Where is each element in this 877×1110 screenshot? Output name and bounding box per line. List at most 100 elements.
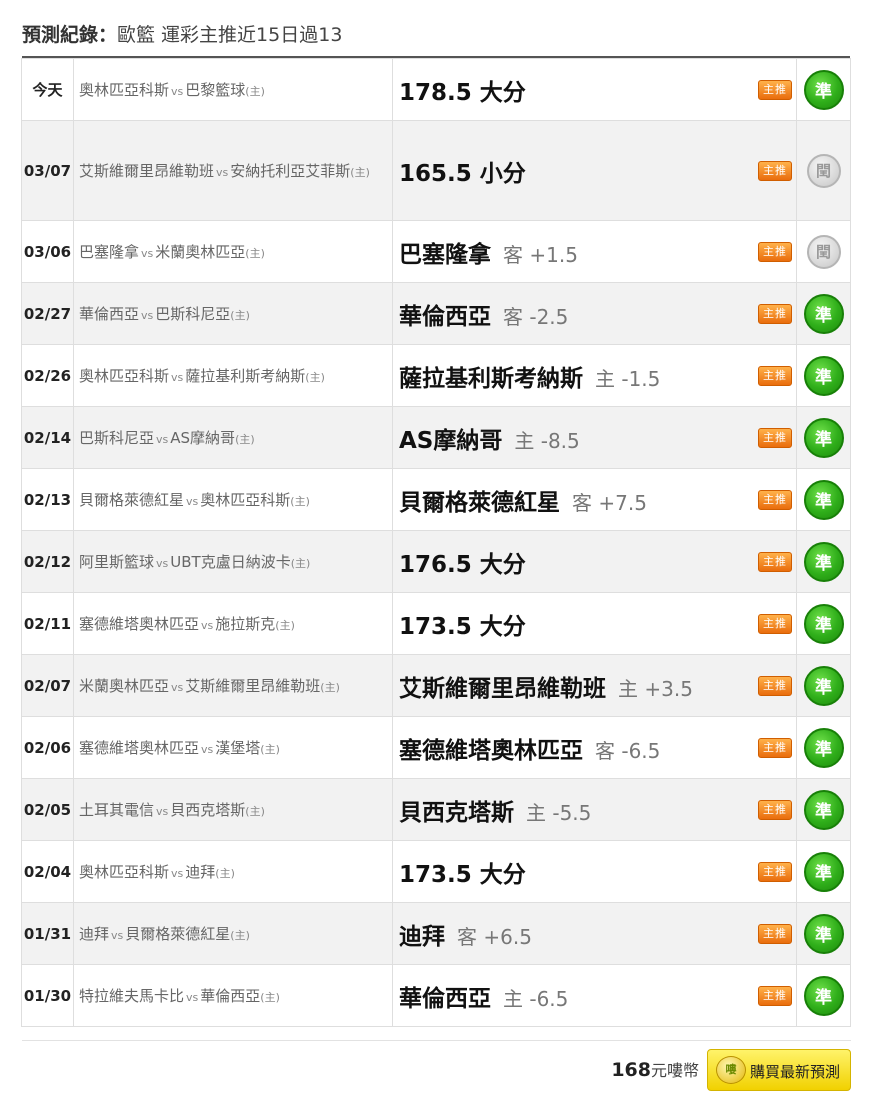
record-date: 02/05 xyxy=(21,778,74,841)
home-team: 奧林匹亞科斯 xyxy=(79,862,170,881)
record-date: 02/06 xyxy=(21,716,74,779)
pick-line: 主 +3.5 xyxy=(618,676,693,701)
away-team: UBT克盧日納波卡 xyxy=(170,552,291,571)
recommend-badge-icon: 主推 xyxy=(758,551,792,572)
home-team: 阿里斯籃球 xyxy=(79,552,155,571)
record-match: 米蘭奧林匹亞 vs 艾斯維爾里昂維勒班(主) xyxy=(73,654,393,717)
pick-line: 主 -1.5 xyxy=(595,366,661,391)
vs-label: vs xyxy=(156,556,169,570)
pick-line: 客 +6.5 xyxy=(457,924,532,949)
record-row: 今天 奧林匹亞科斯 vs 巴黎籃球(主) 178.5 大分 主推準 xyxy=(21,58,851,121)
pick-line: 客 -2.5 xyxy=(503,304,569,329)
record-date: 02/04 xyxy=(21,840,74,903)
title-subtitle: 歐籃 運彩主推近15日過13 xyxy=(117,24,343,46)
pick-line: 主 -6.5 xyxy=(503,986,569,1011)
home-team: 奧林匹亞科斯 xyxy=(79,80,170,99)
record-match: 巴塞隆拿 vs 米蘭奧林匹亞(主) xyxy=(73,220,393,283)
result-hit-icon: 準 xyxy=(803,479,844,520)
record-pick: 迪拜客 +6.5 主推 xyxy=(392,902,797,965)
home-team: 米蘭奧林匹亞 xyxy=(79,676,170,695)
record-row: 02/13 貝爾格萊德紅星 vs 奧林匹亞科斯(主) 貝爾格萊德紅星客 +7.5 主推準 xyxy=(21,468,851,531)
record-date: 02/11 xyxy=(21,592,74,655)
record-row: 02/07 米蘭奧林匹亞 vs 艾斯維爾里昂維勒班(主) 艾斯維爾里昂維勒班主 +3.5… xyxy=(21,654,851,717)
record-result: 閏 xyxy=(796,120,851,221)
record-match: 阿里斯籃球 vs UBT克盧日納波卡(主) xyxy=(73,530,393,593)
record-match: 巴斯科尼亞 vs AS摩納哥(主) xyxy=(73,406,393,469)
title-label: 預測紀錄： xyxy=(22,24,118,46)
away-team: 艾斯維爾里昂維勒班 xyxy=(185,676,321,695)
home-mark: (主) xyxy=(260,742,280,756)
record-row: 02/27 華倫西亞 vs 巴斯科尼亞(主) 華倫西亞客 -2.5 主推準 xyxy=(21,282,851,345)
home-mark: (主) xyxy=(235,432,255,446)
record-pick: 176.5 大分 主推 xyxy=(392,530,797,593)
buy-prediction-button[interactable]: 嘍 購買最新預測 xyxy=(707,1049,851,1091)
home-team: 土耳其電信 xyxy=(79,800,155,819)
record-match: 塞德維塔奧林匹亞 vs 施拉斯克(主) xyxy=(73,592,393,655)
recommend-badge-icon: 主推 xyxy=(758,160,792,181)
record-result: 準 xyxy=(796,592,851,655)
result-miss-icon: 閏 xyxy=(806,153,841,188)
record-row: 02/05 土耳其電信 vs 貝西克塔斯(主) 貝西克塔斯主 -5.5 主推準 xyxy=(21,778,851,841)
pick-value: 165.5 小分 xyxy=(399,160,526,187)
away-team: 漢堡塔 xyxy=(215,738,261,757)
record-result: 準 xyxy=(796,282,851,345)
pick-line: 客 +1.5 xyxy=(503,242,578,267)
result-hit-icon: 準 xyxy=(803,913,844,954)
home-mark: (主) xyxy=(290,494,310,508)
record-date: 02/26 xyxy=(21,344,74,407)
vs-label: vs xyxy=(111,928,124,942)
record-pick: 165.5 小分 主推 xyxy=(392,120,797,221)
away-team: 貝西克塔斯 xyxy=(170,800,246,819)
vs-label: vs xyxy=(156,804,169,818)
recommend-badge-icon: 主推 xyxy=(758,613,792,634)
page-title: 預測紀錄：歐籃 運彩主推近15日過13 xyxy=(22,20,342,47)
vs-label: vs xyxy=(216,165,229,179)
record-pick: 塞德維塔奧林匹亞客 -6.5 主推 xyxy=(392,716,797,779)
pick-value: 178.5 大分 xyxy=(399,79,526,106)
pick-value: 173.5 大分 xyxy=(399,613,526,640)
pick-value: 176.5 大分 xyxy=(399,551,526,578)
record-date: 02/27 xyxy=(21,282,74,345)
home-team: 塞德維塔奧林匹亞 xyxy=(79,614,200,633)
result-hit-icon: 準 xyxy=(803,665,844,706)
pick-value: 巴塞隆拿 xyxy=(399,241,491,268)
home-mark: (主) xyxy=(350,165,370,179)
pick-value: 貝爾格萊德紅星 xyxy=(399,489,560,516)
away-team: 巴黎籃球 xyxy=(185,80,246,99)
record-result: 準 xyxy=(796,902,851,965)
result-hit-icon: 準 xyxy=(803,975,844,1016)
recommend-badge-icon: 主推 xyxy=(758,985,792,1006)
record-date: 01/30 xyxy=(21,964,74,1027)
home-mark: (主) xyxy=(230,928,250,942)
record-pick: 艾斯維爾里昂維勒班主 +3.5 主推 xyxy=(392,654,797,717)
home-team: 迪拜 xyxy=(79,924,110,943)
record-match: 奧林匹亞科斯 vs 巴黎籃球(主) xyxy=(73,58,393,121)
result-hit-icon: 準 xyxy=(803,541,844,582)
pick-value: AS摩納哥 xyxy=(399,427,503,454)
record-row: 02/11 塞德維塔奧林匹亞 vs 施拉斯克(主) 173.5 大分 主推準 xyxy=(21,592,851,655)
vs-label: vs xyxy=(141,308,154,322)
record-date: 02/14 xyxy=(21,406,74,469)
price-unit: 元嘍幣 xyxy=(650,1061,699,1080)
record-date: 02/07 xyxy=(21,654,74,717)
vs-label: vs xyxy=(141,246,154,260)
pick-value: 艾斯維爾里昂維勒班 xyxy=(399,675,606,702)
prediction-rows: 今天 奧林匹亞科斯 vs 巴黎籃球(主) 178.5 大分 主推準 03/07 艾斯維爾里昂維… xyxy=(21,58,851,1027)
home-team: 特拉維夫馬卡比 xyxy=(79,986,185,1005)
record-match: 奧林匹亞科斯 vs 薩拉基利斯考納斯(主) xyxy=(73,344,393,407)
record-pick: 華倫西亞主 -6.5 主推 xyxy=(392,964,797,1027)
home-mark: (主) xyxy=(245,84,265,98)
record-row: 01/31 迪拜 vs 貝爾格萊德紅星(主) 迪拜客 +6.5 主推準 xyxy=(21,902,851,965)
record-pick: 貝西克塔斯主 -5.5 主推 xyxy=(392,778,797,841)
home-mark: (主) xyxy=(305,370,325,384)
record-row: 02/26 奧林匹亞科斯 vs 薩拉基利斯考納斯(主) 薩拉基利斯考納斯主 -1.5 主推… xyxy=(21,344,851,407)
away-team: 奧林匹亞科斯 xyxy=(200,490,291,509)
record-match: 土耳其電信 vs 貝西克塔斯(主) xyxy=(73,778,393,841)
home-mark: (主) xyxy=(245,246,265,260)
result-hit-icon: 準 xyxy=(803,417,844,458)
record-pick: 薩拉基利斯考納斯主 -1.5 主推 xyxy=(392,344,797,407)
recommend-badge-icon: 主推 xyxy=(758,675,792,696)
recommend-badge-icon: 主推 xyxy=(758,737,792,758)
home-mark: (主) xyxy=(260,990,280,1004)
home-mark: (主) xyxy=(230,308,250,322)
